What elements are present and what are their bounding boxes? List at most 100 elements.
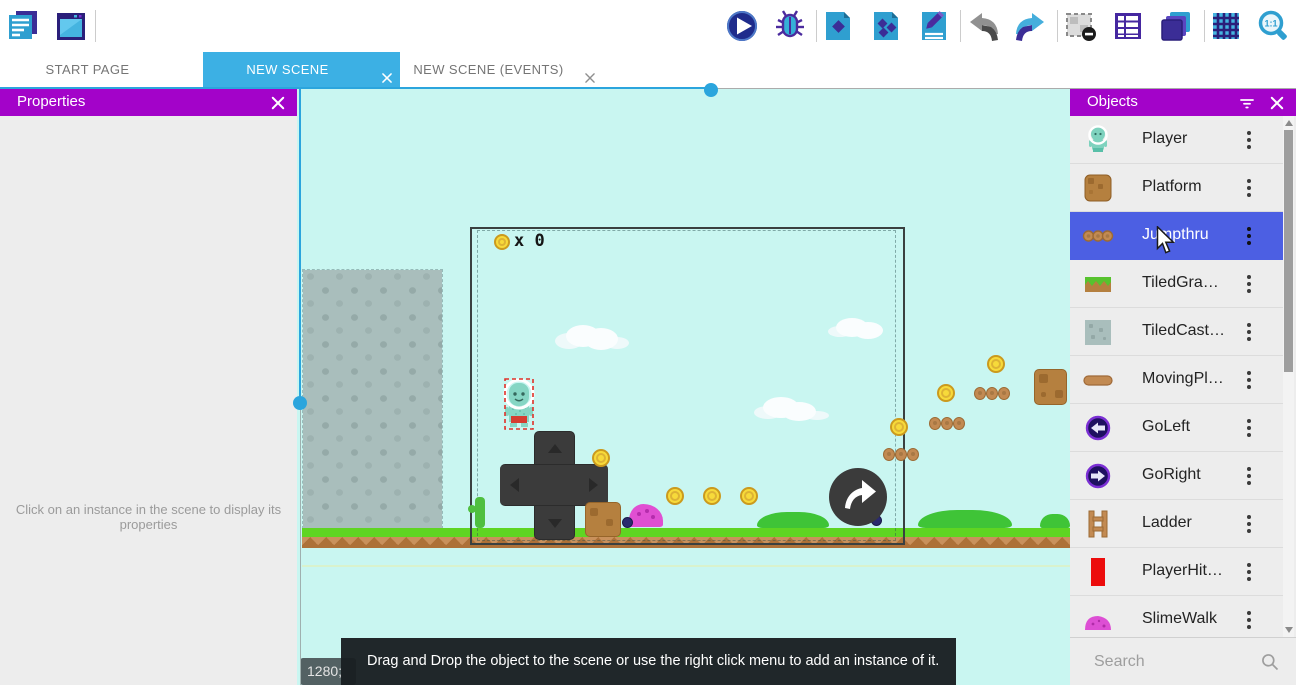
coin-instance[interactable] bbox=[937, 384, 955, 402]
undo-icon[interactable] bbox=[965, 8, 1001, 44]
object-row-tiledgrass[interactable]: TiledGra… bbox=[1070, 260, 1283, 308]
redo-icon[interactable] bbox=[1013, 8, 1049, 44]
kebab-menu-icon[interactable] bbox=[1241, 560, 1257, 584]
object-row-player[interactable]: Player bbox=[1070, 116, 1283, 164]
coin-instance[interactable] bbox=[987, 355, 1005, 373]
tab-bar: START PAGE NEW SCENE NEW SCENE (EVENTS) bbox=[0, 52, 1296, 88]
moving-platform-object-icon bbox=[1082, 364, 1114, 396]
coin-instance[interactable] bbox=[703, 487, 721, 505]
objects-search-bar bbox=[1070, 637, 1296, 685]
tiled-grass-object-icon bbox=[1082, 268, 1114, 300]
tiled-castle-instance[interactable] bbox=[303, 270, 442, 528]
kebab-menu-icon[interactable] bbox=[1241, 512, 1257, 536]
object-label: TiledGra… bbox=[1142, 274, 1219, 292]
object-label: TiledCast… bbox=[1142, 322, 1225, 340]
object-row-goright[interactable]: GoRight bbox=[1070, 452, 1283, 500]
tab-label: NEW SCENE (EVENTS) bbox=[413, 62, 563, 77]
go-marker-instance[interactable] bbox=[622, 517, 633, 528]
splitter-handle[interactable] bbox=[704, 83, 718, 97]
zoom-1-1-icon[interactable]: 1:1 bbox=[1255, 8, 1291, 44]
ground-guide-line bbox=[302, 565, 1070, 567]
kebab-menu-icon[interactable] bbox=[1241, 464, 1257, 488]
objects-list: Player Platform Jumpthru TiledGra… Tiled… bbox=[1070, 116, 1296, 637]
objects-panel-header: Objects bbox=[1070, 89, 1296, 116]
platform-instance[interactable] bbox=[1034, 369, 1067, 405]
close-tab-icon[interactable] bbox=[583, 63, 597, 77]
dpad-left-arrow-icon[interactable] bbox=[510, 478, 519, 492]
object-row-playerhitbox[interactable]: PlayerHit… bbox=[1070, 548, 1283, 596]
project-manager-icon[interactable] bbox=[5, 8, 41, 44]
properties-panel-header: Properties bbox=[0, 89, 297, 116]
kebab-menu-icon[interactable] bbox=[1241, 320, 1257, 344]
player-instance[interactable] bbox=[500, 377, 538, 431]
object-label: Platform bbox=[1142, 178, 1202, 196]
instances-list-icon[interactable] bbox=[1110, 8, 1146, 44]
close-tab-icon[interactable] bbox=[380, 63, 394, 77]
kebab-menu-icon[interactable] bbox=[1241, 416, 1257, 440]
layers-icon[interactable] bbox=[1158, 8, 1194, 44]
kebab-menu-icon[interactable] bbox=[1241, 272, 1257, 296]
object-label: Ladder bbox=[1142, 514, 1192, 532]
object-row-platform[interactable]: Platform bbox=[1070, 164, 1283, 212]
debug-icon[interactable] bbox=[772, 8, 808, 44]
play-icon[interactable] bbox=[724, 8, 760, 44]
clear-selection-icon[interactable] bbox=[1062, 8, 1098, 44]
svg-text:1:1: 1:1 bbox=[1264, 19, 1277, 29]
coin-instance[interactable] bbox=[890, 418, 908, 436]
splitter-handle[interactable] bbox=[293, 396, 307, 410]
dpad-right-arrow-icon[interactable] bbox=[589, 478, 598, 492]
object-label: Player bbox=[1142, 130, 1187, 148]
object-label: SlimeWalk bbox=[1142, 610, 1217, 628]
vertical-splitter[interactable] bbox=[299, 89, 301, 403]
jumpthru-instance[interactable] bbox=[883, 448, 919, 462]
search-input[interactable] bbox=[1094, 648, 1254, 676]
object-row-tiledcastle[interactable]: TiledCast… bbox=[1070, 308, 1283, 356]
kebab-menu-icon[interactable] bbox=[1241, 608, 1257, 632]
scrollbar-thumb[interactable] bbox=[1284, 130, 1293, 372]
jump-button-control[interactable] bbox=[829, 468, 887, 526]
bush[interactable] bbox=[757, 512, 829, 528]
tab-new-scene-events[interactable]: NEW SCENE (EVENTS) bbox=[400, 52, 603, 88]
kebab-menu-icon[interactable] bbox=[1241, 128, 1257, 152]
tab-start-page[interactable]: START PAGE bbox=[0, 52, 175, 88]
tab-new-scene[interactable]: NEW SCENE bbox=[203, 52, 400, 88]
hud-coin-icon bbox=[494, 234, 510, 250]
kebab-menu-icon[interactable] bbox=[1241, 368, 1257, 392]
kebab-menu-icon[interactable] bbox=[1241, 224, 1257, 248]
cactus[interactable] bbox=[475, 497, 485, 528]
filter-icon[interactable] bbox=[1238, 94, 1256, 112]
dpad-down-arrow-icon[interactable] bbox=[548, 519, 562, 528]
objects-editor-icon[interactable] bbox=[820, 8, 856, 44]
start-page-icon[interactable] bbox=[53, 8, 89, 44]
jumpthru-object-icon bbox=[1082, 220, 1114, 252]
close-properties-icon[interactable] bbox=[269, 94, 287, 112]
kebab-menu-icon[interactable] bbox=[1241, 176, 1257, 200]
scroll-up-icon[interactable] bbox=[1285, 120, 1293, 126]
scene-canvas[interactable]: x 0 bbox=[297, 89, 1070, 685]
object-row-jumpthru[interactable]: Jumpthru bbox=[1070, 212, 1283, 260]
player-object-icon bbox=[1082, 124, 1114, 156]
bush[interactable] bbox=[1040, 514, 1070, 528]
vertical-splitter bbox=[300, 403, 301, 685]
platform-instance[interactable] bbox=[585, 502, 621, 537]
jumpthru-instance[interactable] bbox=[974, 387, 1010, 401]
object-row-ladder[interactable]: Ladder bbox=[1070, 500, 1283, 548]
scroll-down-icon[interactable] bbox=[1285, 627, 1293, 633]
coin-instance[interactable] bbox=[592, 449, 610, 467]
search-icon bbox=[1260, 652, 1280, 672]
grid-icon[interactable] bbox=[1208, 8, 1244, 44]
properties-panel-body: Click on an instance in the scene to dis… bbox=[0, 116, 297, 685]
object-row-goleft[interactable]: GoLeft bbox=[1070, 404, 1283, 452]
jumpthru-instance[interactable] bbox=[929, 417, 965, 431]
properties-panel-title: Properties bbox=[17, 93, 85, 110]
object-groups-icon[interactable] bbox=[868, 8, 904, 44]
scene-properties-icon[interactable] bbox=[916, 8, 952, 44]
coin-instance[interactable] bbox=[740, 487, 758, 505]
dpad-up-arrow-icon[interactable] bbox=[548, 444, 562, 453]
close-objects-icon[interactable] bbox=[1268, 94, 1286, 112]
object-row-movingplatform[interactable]: MovingPl… bbox=[1070, 356, 1283, 404]
drag-drop-tooltip: Drag and Drop the object to the scene or… bbox=[341, 638, 956, 685]
coin-instance[interactable] bbox=[666, 487, 684, 505]
bush[interactable] bbox=[918, 510, 1012, 528]
hud-coin-count: x 0 bbox=[514, 231, 545, 251]
